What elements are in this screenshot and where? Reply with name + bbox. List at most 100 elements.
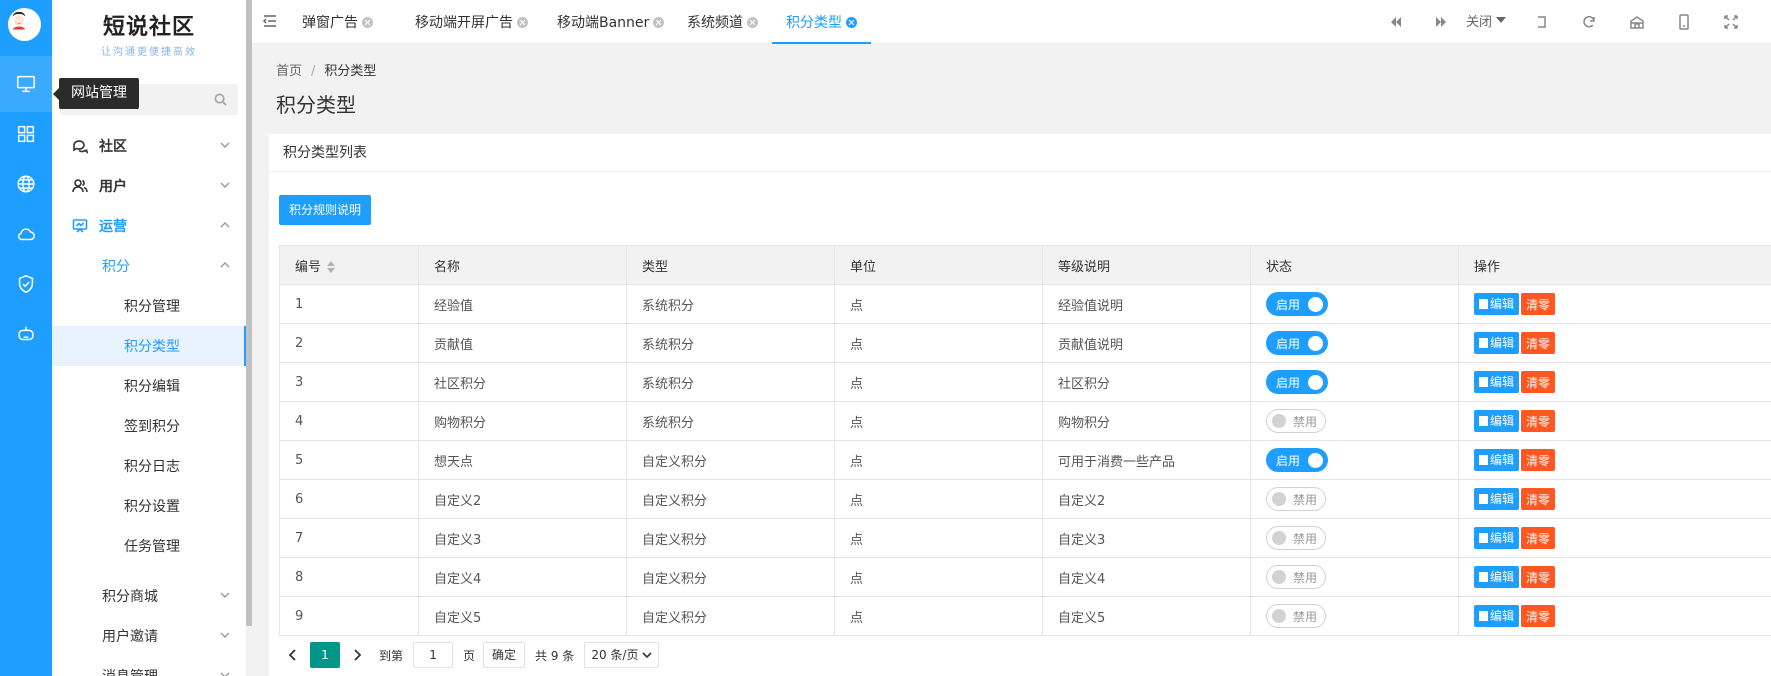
chevron-down-icon [220,142,230,148]
avatar[interactable] [8,8,41,41]
status-toggle-label: 启用 [1276,297,1301,312]
edit-button[interactable]: 编辑 [1474,526,1520,549]
sort-icon[interactable] [327,261,336,273]
menu-item-points[interactable]: 积分 [52,246,246,286]
reset-points-button[interactable]: 清零 [1521,605,1556,628]
cell-unit: 点 [834,362,1043,402]
edit-button[interactable]: 编辑 [1474,292,1520,315]
rail-tooltip: 网站管理 [53,78,139,109]
reset-points-button[interactable]: 清零 [1521,293,1556,316]
shield-check-icon [18,274,34,294]
close-icon[interactable] [362,16,373,28]
rail-apps[interactable] [0,106,52,162]
reset-points-button[interactable]: 清零 [1521,371,1556,394]
refresh-icon[interactable] [1580,13,1598,31]
menu-item-message[interactable]: 消息管理 [52,656,246,676]
menu-item-user[interactable]: 用户 [52,166,246,206]
menu-item-points-type[interactable]: 积分类型 [52,326,246,366]
edit-button[interactable]: 编辑 [1474,331,1520,354]
tab-points-type[interactable]: 积分类型 [772,0,871,44]
logo[interactable]: 短说社区 让沟通更便捷高效 [52,0,246,58]
close-tabs-dropdown[interactable]: 关闭 [1466,0,1507,40]
reset-points-button[interactable]: 清零 [1521,410,1556,433]
page-number-current[interactable]: 1 [310,642,340,668]
menu-item-user-invite[interactable]: 用户邀请 [52,616,246,656]
menu-item-points-edit[interactable]: 积分编辑 [52,366,246,406]
menu-item-task-management[interactable]: 任务管理 [52,526,246,566]
menu-item-points-settings[interactable]: 积分设置 [52,486,246,526]
menu-item-checkin-points[interactable]: 签到积分 [52,406,246,446]
close-icon[interactable] [846,16,857,28]
status-toggle-label: 启用 [1276,453,1301,468]
cell-name: 贡献值 [418,323,627,363]
double-right-icon[interactable] [1432,13,1450,31]
menu-item-operation[interactable]: 运营 [52,206,246,246]
status-toggle[interactable]: 禁用 [1266,409,1327,433]
back-icon[interactable] [1533,13,1551,31]
cell-id: 9 [279,596,419,636]
points-rule-button[interactable]: 积分规则说明 [279,195,372,225]
status-toggle[interactable]: 启用 [1266,331,1329,355]
edit-button[interactable]: 编辑 [1474,448,1520,471]
column-header-id[interactable]: 编号 [279,245,419,285]
tab-mobile-splash-ad[interactable]: 移动端开屏广告 [401,0,542,44]
mobile-icon[interactable] [1675,13,1693,31]
tab-popup-ad[interactable]: 弹窗广告 [252,0,387,44]
status-toggle[interactable]: 禁用 [1266,565,1327,589]
menu-item-points-mall[interactable]: 积分商城 [52,576,246,616]
page-size-select[interactable]: 20 条/页 [584,642,660,668]
menu-scrollbar[interactable] [246,0,252,626]
card-title: 积分类型列表 [269,134,1771,172]
table-row: 5 想天点 自定义积分点可用于消费一些产品 启用 编辑 清零 [279,440,1771,480]
status-toggle[interactable]: 启用 [1266,448,1329,472]
edit-button[interactable]: 编辑 [1474,604,1520,627]
edit-button[interactable]: 编辑 [1474,409,1520,432]
reset-points-button[interactable]: 清零 [1521,566,1556,589]
rail-security[interactable] [0,256,52,312]
copy-icon [1479,532,1488,543]
menu-item-points-management[interactable]: 积分管理 [52,286,246,326]
cell-actions: 编辑 清零 [1458,518,1771,558]
edit-button[interactable]: 编辑 [1474,370,1520,393]
tab-system-channel[interactable]: 系统频道 [673,0,772,44]
chevron-left-icon [288,649,296,661]
cell-id: 6 [279,479,419,519]
home-icon[interactable] [1628,13,1646,31]
status-toggle[interactable]: 禁用 [1266,526,1327,550]
close-icon[interactable] [747,16,758,28]
cell-type: 自定义积分 [626,479,835,519]
cell-actions: 编辑 清零 [1458,557,1771,597]
rail-globe[interactable] [0,156,52,212]
status-toggle[interactable]: 禁用 [1266,604,1327,628]
goto-confirm-button[interactable]: 确定 [483,642,526,668]
status-toggle[interactable]: 禁用 [1266,487,1327,511]
close-icon[interactable] [653,16,665,28]
edit-button[interactable]: 编辑 [1474,487,1520,510]
reset-points-button[interactable]: 清零 [1521,449,1556,472]
status-toggle[interactable]: 启用 [1266,292,1329,316]
status-toggle[interactable]: 启用 [1266,370,1329,394]
breadcrumb-home[interactable]: 首页 [276,64,302,79]
menu-label: 积分编辑 [124,379,180,395]
reset-points-button[interactable]: 清零 [1521,488,1556,511]
edit-button[interactable]: 编辑 [1474,565,1520,588]
menu-item-community[interactable]: 社区 [52,126,246,166]
close-icon[interactable] [517,16,528,28]
cell-actions: 编辑 清零 [1458,362,1771,402]
rail-robot[interactable] [0,306,52,362]
cell-unit: 点 [834,596,1043,636]
rail-cloud[interactable] [0,206,52,262]
fullscreen-icon[interactable] [1722,13,1740,31]
tab-mobile-banner[interactable]: 移动端Banner [543,0,678,44]
next-page-button[interactable] [343,641,371,669]
prev-page-button[interactable] [279,641,307,669]
cell-type: 自定义积分 [626,596,835,636]
tab-label: 积分类型 [786,15,842,31]
goto-page-input[interactable]: 1 [413,642,454,668]
reset-points-button[interactable]: 清零 [1521,527,1556,550]
menu-item-points-log[interactable]: 积分日志 [52,446,246,486]
cell-actions: 编辑 清零 [1458,479,1771,519]
double-left-icon[interactable] [1387,13,1405,31]
reset-points-button[interactable]: 清零 [1521,332,1556,355]
rail-website-management[interactable] [0,56,52,112]
